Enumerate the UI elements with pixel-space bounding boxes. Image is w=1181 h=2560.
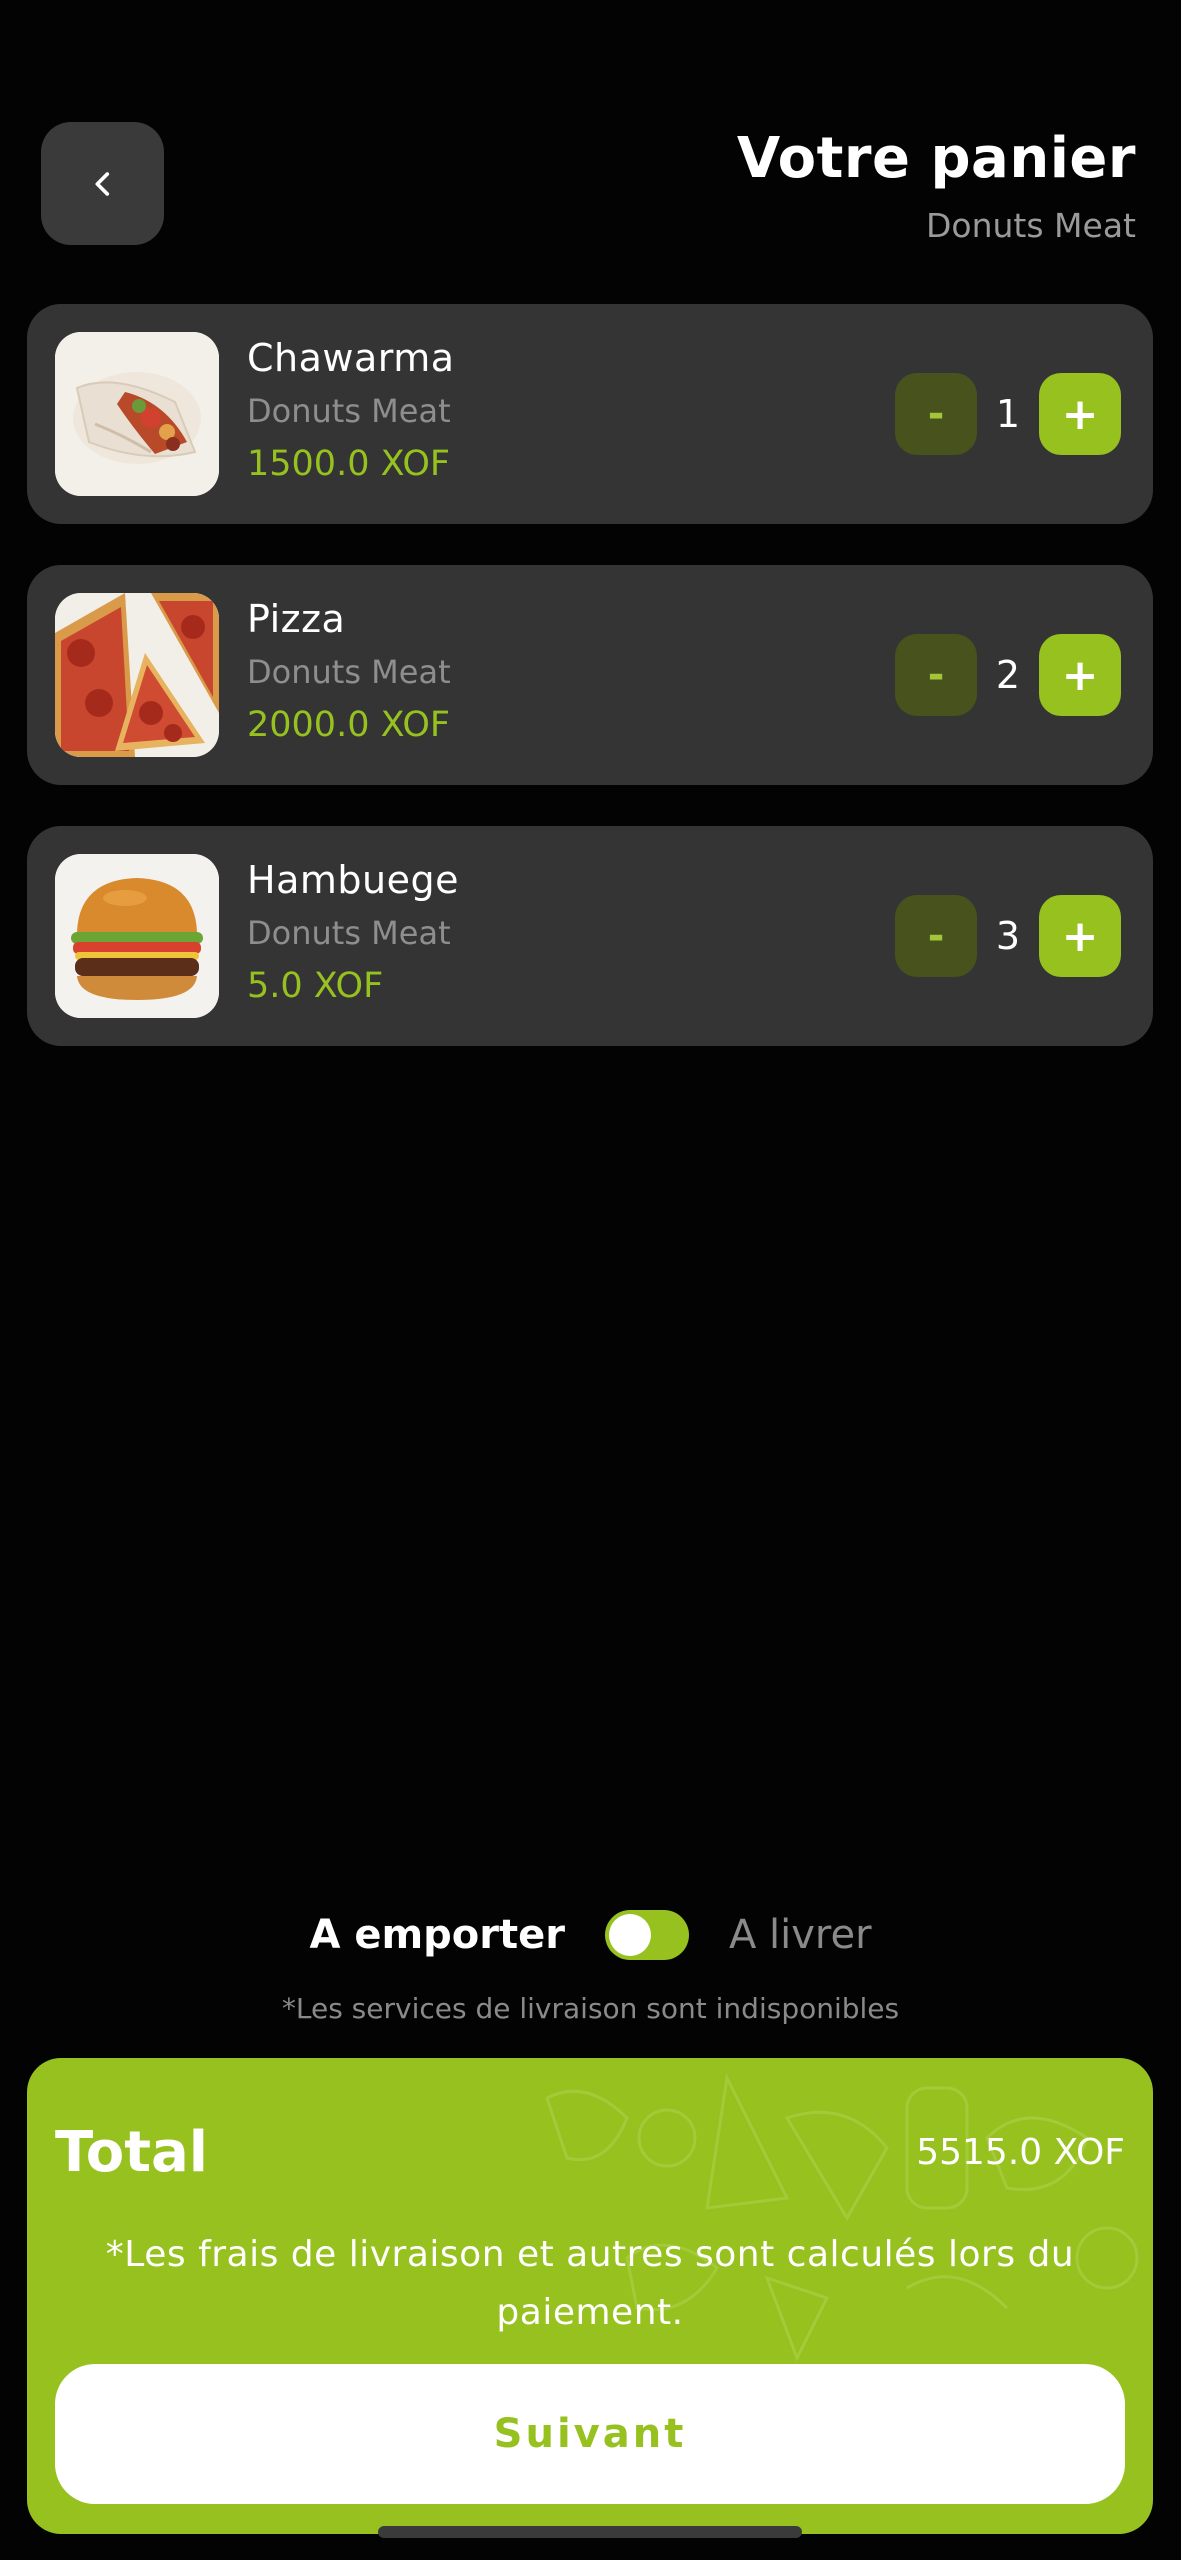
delivery-notice: *Les services de livraison sont indispon… xyxy=(281,1992,900,2025)
total-value: 5515.0 XOF xyxy=(916,2132,1125,2173)
decrease-button[interactable]: - xyxy=(895,373,977,455)
delivery-mode-row: A emporter A livrer xyxy=(0,1905,1181,1965)
quantity-value: 1 xyxy=(995,392,1021,436)
cart-item: Hambuege Donuts Meat 5.0 XOF - 3 + xyxy=(27,826,1153,1046)
cart-item: Chawarma Donuts Meat 1500.0 XOF - 1 + xyxy=(27,304,1153,524)
decrease-button[interactable]: - xyxy=(895,634,977,716)
back-button[interactable] xyxy=(41,122,164,245)
item-price: 2000.0 XOF xyxy=(247,705,451,745)
item-name: Hambuege xyxy=(247,858,459,902)
increase-button[interactable]: + xyxy=(1039,373,1121,455)
total-card: Total 5515.0 XOF *Les frais de livraison… xyxy=(27,2058,1153,2534)
quantity-value: 2 xyxy=(995,653,1021,697)
quantity-stepper: - 3 + xyxy=(895,894,1121,978)
decrease-button[interactable]: - xyxy=(895,895,977,977)
cart-screen: Votre panier Donuts Meat Chawarma Donuts xyxy=(0,0,1181,2560)
item-name: Chawarma xyxy=(247,336,455,380)
home-indicator xyxy=(378,2526,802,2538)
quantity-value: 3 xyxy=(995,914,1021,958)
delivery-label: A livrer xyxy=(728,1912,872,1958)
page-subtitle: Donuts Meat xyxy=(926,206,1136,245)
item-price: 5.0 XOF xyxy=(247,966,384,1006)
item-name: Pizza xyxy=(247,597,346,641)
increase-button[interactable]: + xyxy=(1039,895,1121,977)
takeaway-label: A emporter xyxy=(309,1912,565,1958)
next-button[interactable]: Suivant xyxy=(55,2364,1125,2504)
increase-button[interactable]: + xyxy=(1039,634,1121,716)
toggle-knob xyxy=(608,1914,651,1956)
cart-list: Chawarma Donuts Meat 1500.0 XOF - 1 + Pi… xyxy=(27,304,1153,1087)
cart-item: Pizza Donuts Meat 2000.0 XOF - 2 + xyxy=(27,565,1153,785)
total-label: Total xyxy=(55,2120,208,2185)
item-image-pizza xyxy=(55,593,219,757)
chevron-left-icon xyxy=(94,171,109,196)
item-price: 1500.0 XOF xyxy=(247,444,451,484)
item-shop: Donuts Meat xyxy=(247,914,451,952)
item-image-chawarma xyxy=(55,332,219,496)
page-title: Votre panier xyxy=(736,126,1136,191)
delivery-mode-toggle[interactable] xyxy=(604,1910,689,1960)
fees-note: *Les frais de livraison et autres sont c… xyxy=(105,2234,1075,2333)
item-image-burger xyxy=(55,854,219,1018)
quantity-stepper: - 2 + xyxy=(895,633,1121,717)
item-shop: Donuts Meat xyxy=(247,653,451,691)
quantity-stepper: - 1 + xyxy=(895,372,1121,456)
item-shop: Donuts Meat xyxy=(247,392,451,430)
